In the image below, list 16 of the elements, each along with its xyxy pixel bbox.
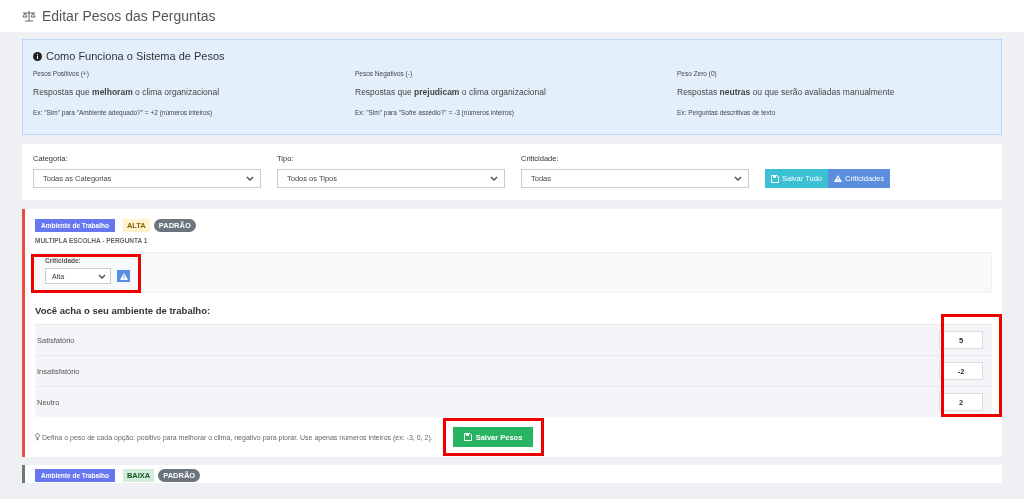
criticality-alert-button[interactable] bbox=[117, 270, 130, 282]
weight-description: Respostas neutras ou que serão avaliadas manualmente bbox=[677, 87, 896, 97]
caret-icon bbox=[246, 176, 254, 181]
balance-scale-icon bbox=[22, 10, 36, 22]
lightbulb-icon bbox=[35, 433, 40, 441]
question-text: Você acha o seu ambiente de trabalho: bbox=[35, 305, 212, 316]
caret-icon bbox=[98, 273, 106, 279]
warning-icon bbox=[834, 175, 843, 182]
info-icon bbox=[33, 51, 42, 61]
weight-description: Respostas que melhoram o clima organizacional bbox=[33, 87, 221, 97]
caret-icon bbox=[490, 176, 498, 181]
info-panel-title: Como Funciona o Sistema de Pesos bbox=[46, 50, 225, 62]
caret-icon bbox=[734, 176, 742, 181]
weight-description: Respostas que prejudicam o clima organizacional bbox=[355, 87, 547, 97]
page-title: Editar Pesos das Perguntas bbox=[42, 8, 216, 24]
warning-icon bbox=[119, 272, 128, 280]
